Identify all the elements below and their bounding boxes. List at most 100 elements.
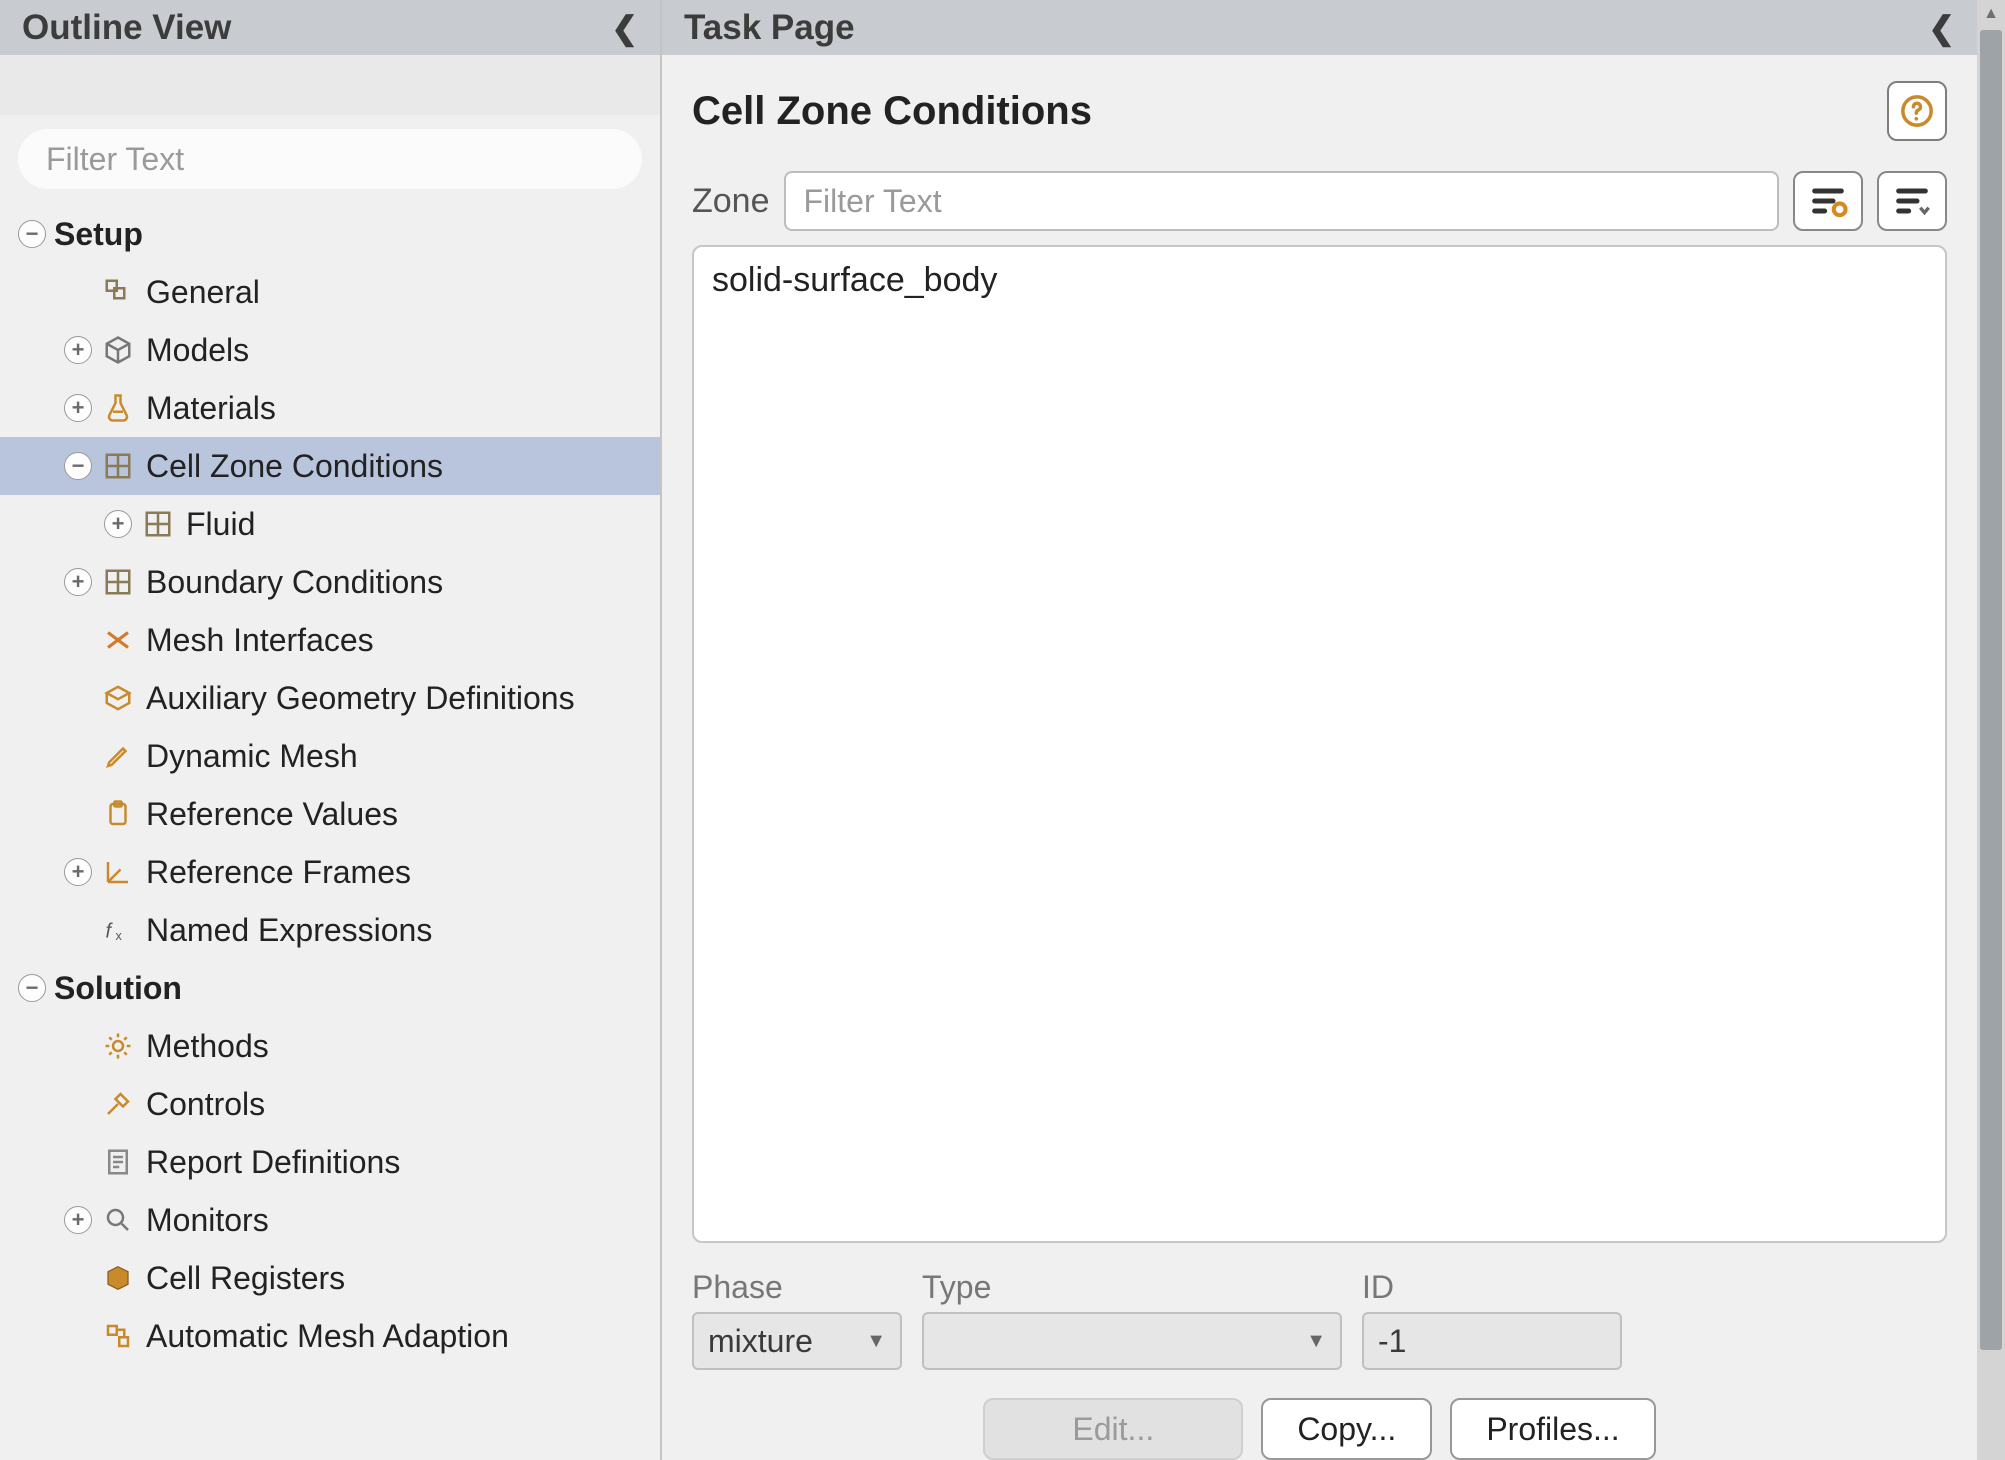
tree-label: General — [146, 274, 260, 311]
help-button[interactable] — [1887, 81, 1947, 141]
general-icon — [100, 277, 136, 307]
tree-label: Monitors — [146, 1202, 269, 1239]
id-label: ID — [1362, 1269, 1622, 1306]
task-header: Task Page ❮ — [662, 0, 1977, 55]
tree-label: Cell Registers — [146, 1260, 345, 1297]
scroll-thumb[interactable] — [1980, 30, 2002, 1350]
pencil-icon — [100, 741, 136, 771]
phase-select[interactable]: mixture ▼ — [692, 1312, 902, 1370]
plus-icon[interactable]: + — [64, 394, 92, 422]
minus-icon[interactable]: − — [18, 220, 46, 248]
search-icon — [100, 1205, 136, 1235]
tree-label: Automatic Mesh Adaption — [146, 1318, 509, 1355]
grid-icon — [140, 509, 176, 539]
clipboard-icon — [100, 799, 136, 829]
zone-list-item[interactable]: solid-surface_body — [712, 261, 1927, 300]
tree-label: Mesh Interfaces — [146, 622, 374, 659]
outline-panel: Outline View ❮ − Setup General + — [0, 0, 660, 1460]
filter-lines-caret-icon — [1892, 181, 1932, 221]
vertical-scrollbar[interactable]: ▲ — [1977, 0, 2005, 1460]
task-collapse-icon[interactable]: ❮ — [1928, 9, 1955, 47]
task-panel: Task Page ❮ Cell Zone Conditions Zon — [660, 0, 2005, 1460]
plus-icon[interactable]: + — [64, 568, 92, 596]
profiles-button[interactable]: Profiles... — [1450, 1398, 1655, 1460]
tree-item-cell-registers[interactable]: Cell Registers — [0, 1249, 660, 1307]
tree-item-auto-mesh-adaption[interactable]: Automatic Mesh Adaption — [0, 1307, 660, 1365]
gear-icon — [100, 1031, 136, 1061]
fx-icon: fx — [100, 915, 136, 945]
tree-label: Named Expressions — [146, 912, 432, 949]
tree-item-boundary[interactable]: + Boundary Conditions — [0, 553, 660, 611]
copy-button-label: Copy... — [1297, 1411, 1396, 1448]
outline-title: Outline View — [22, 8, 231, 48]
tree-label: Dynamic Mesh — [146, 738, 358, 775]
phase-value: mixture — [708, 1323, 813, 1360]
tree-label: Auxiliary Geometry Definitions — [146, 680, 575, 717]
tree-label: Fluid — [186, 506, 255, 543]
tree-label: Materials — [146, 390, 276, 427]
tree-label: Methods — [146, 1028, 269, 1065]
interface-icon — [100, 625, 136, 655]
phase-label: Phase — [692, 1269, 902, 1306]
tree-section-setup[interactable]: − Setup — [0, 205, 660, 263]
plus-icon[interactable]: + — [104, 510, 132, 538]
adapt-icon — [100, 1321, 136, 1351]
tree-item-reference-frames[interactable]: + Reference Frames — [0, 843, 660, 901]
tree-item-models[interactable]: + Models — [0, 321, 660, 379]
outline-header: Outline View ❮ — [0, 0, 660, 55]
tree-item-dynamic-mesh[interactable]: Dynamic Mesh — [0, 727, 660, 785]
tree-item-named-expressions[interactable]: fx Named Expressions — [0, 901, 660, 959]
tree-item-controls[interactable]: Controls — [0, 1075, 660, 1133]
scroll-up-icon[interactable]: ▲ — [1977, 0, 2005, 28]
zone-filter-input[interactable] — [784, 171, 1780, 231]
tree-label: Reference Frames — [146, 854, 411, 891]
task-header-title: Task Page — [684, 8, 855, 48]
tree-item-materials[interactable]: + Materials — [0, 379, 660, 437]
filter-dropdown-button[interactable] — [1877, 171, 1947, 231]
caret-down-icon: ▼ — [866, 1330, 886, 1353]
report-icon — [100, 1147, 136, 1177]
profiles-button-label: Profiles... — [1486, 1411, 1619, 1448]
outline-tree: − Setup General + Models + — [0, 199, 660, 1460]
tree-item-monitors[interactable]: + Monitors — [0, 1191, 660, 1249]
id-field — [1362, 1312, 1622, 1370]
plus-icon[interactable]: + — [64, 336, 92, 364]
task-page-title: Cell Zone Conditions — [692, 89, 1092, 134]
tree-label: Report Definitions — [146, 1144, 400, 1181]
tree-item-mesh-interfaces[interactable]: Mesh Interfaces — [0, 611, 660, 669]
tree-item-fluid[interactable]: + Fluid — [0, 495, 660, 553]
type-label: Type — [922, 1269, 1342, 1306]
tree-item-reference-values[interactable]: Reference Values — [0, 785, 660, 843]
axes-icon — [100, 857, 136, 887]
cube-icon — [100, 335, 136, 365]
plus-icon[interactable]: + — [64, 1206, 92, 1234]
tree-section-solution[interactable]: − Solution — [0, 959, 660, 1017]
plus-icon[interactable]: + — [64, 858, 92, 886]
minus-icon[interactable]: − — [18, 974, 46, 1002]
help-icon — [1900, 94, 1934, 128]
edit-button-label: Edit... — [1072, 1411, 1154, 1448]
tree-item-methods[interactable]: Methods — [0, 1017, 660, 1075]
box-icon — [100, 683, 136, 713]
caret-down-icon: ▼ — [1306, 1330, 1326, 1353]
tree-label: Controls — [146, 1086, 265, 1123]
edit-button: Edit... — [983, 1398, 1243, 1460]
zone-list[interactable]: solid-surface_body — [692, 245, 1947, 1243]
svg-text:f: f — [106, 921, 114, 943]
filter-toggle-button[interactable] — [1793, 171, 1863, 231]
tools-icon — [100, 1089, 136, 1119]
minus-icon[interactable]: − — [64, 452, 92, 480]
tree-item-aux-geom[interactable]: Auxiliary Geometry Definitions — [0, 669, 660, 727]
grid-icon — [100, 451, 136, 481]
copy-button[interactable]: Copy... — [1261, 1398, 1432, 1460]
tree-label: Boundary Conditions — [146, 564, 443, 601]
tree-item-general[interactable]: General — [0, 263, 660, 321]
outline-spacer — [0, 55, 660, 115]
tree-item-report-definitions[interactable]: Report Definitions — [0, 1133, 660, 1191]
tree-item-cell-zone[interactable]: − Cell Zone Conditions — [0, 437, 660, 495]
zone-label: Zone — [692, 182, 770, 221]
outline-collapse-icon[interactable]: ❮ — [611, 9, 638, 47]
tree-label: Solution — [54, 970, 182, 1007]
type-select[interactable]: ▼ — [922, 1312, 1342, 1370]
outline-filter-input[interactable] — [18, 129, 642, 189]
